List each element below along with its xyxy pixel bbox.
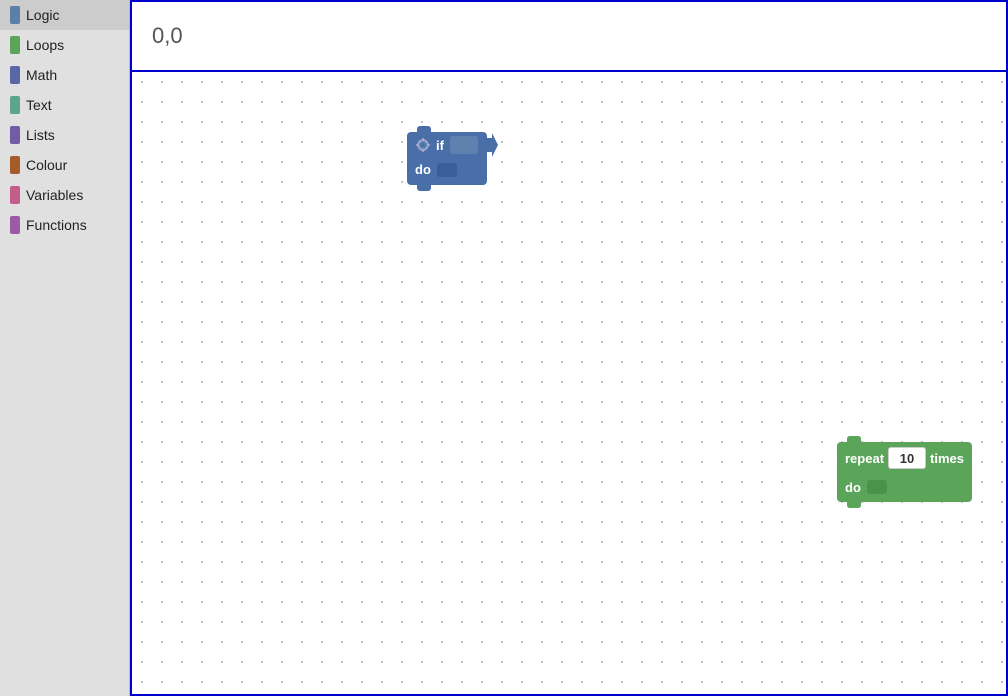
sidebar-label-lists: Lists [26, 127, 55, 143]
repeat-bottom-notch [847, 501, 861, 508]
repeat-do-slot[interactable] [867, 480, 887, 494]
if-label: if [436, 138, 444, 153]
sidebar-item-lists[interactable]: Lists [0, 120, 129, 150]
repeat-top-notch [847, 436, 861, 443]
sidebar-item-text[interactable]: Text [0, 90, 129, 120]
sidebar-item-loops[interactable]: Loops [0, 30, 129, 60]
sidebar-label-variables: Variables [26, 187, 83, 203]
sidebar-label-text: Text [26, 97, 52, 113]
repeat-value-input[interactable]: 10 [888, 447, 926, 469]
repeat-block[interactable]: repeat 10 times do [837, 442, 972, 502]
sidebar-item-colour[interactable]: Colour [0, 150, 129, 180]
if-do-label: do [415, 162, 431, 177]
repeat-times-label: times [930, 451, 964, 466]
colour-color-swatch [10, 156, 20, 174]
if-block-top[interactable]: if [407, 132, 487, 158]
if-block[interactable]: if do [407, 132, 487, 185]
if-do-row: do [407, 158, 487, 185]
variables-color-swatch [10, 186, 20, 204]
right-panel: 0,0 if [130, 0, 1008, 696]
if-right-notch [486, 133, 498, 157]
if-do-slot[interactable] [437, 163, 457, 177]
sidebar-item-math[interactable]: Math [0, 60, 129, 90]
sidebar-item-variables[interactable]: Variables [0, 180, 129, 210]
workspace-canvas[interactable]: if do [130, 70, 1008, 696]
sidebar-label-loops: Loops [26, 37, 64, 53]
sidebar-label-colour: Colour [26, 157, 67, 173]
if-condition-slot[interactable] [450, 136, 478, 154]
workspace-header: 0,0 [130, 0, 1008, 70]
sidebar: Logic Loops Math Text Lists Colour Varia… [0, 0, 130, 696]
math-color-swatch [10, 66, 20, 84]
sidebar-item-logic[interactable]: Logic [0, 0, 129, 30]
repeat-do-row: do [837, 474, 972, 502]
functions-color-swatch [10, 216, 20, 234]
logic-color-swatch [10, 6, 20, 24]
sidebar-label-math: Math [26, 67, 57, 83]
lists-color-swatch [10, 126, 20, 144]
sidebar-label-functions: Functions [26, 217, 87, 233]
if-bottom-notch [417, 184, 431, 191]
repeat-do-label: do [845, 480, 861, 495]
gear-icon [415, 137, 431, 153]
coordinates-display: 0,0 [152, 23, 183, 49]
repeat-label: repeat [845, 451, 884, 466]
loops-color-swatch [10, 36, 20, 54]
sidebar-item-functions[interactable]: Functions [0, 210, 129, 240]
text-color-swatch [10, 96, 20, 114]
repeat-block-top[interactable]: repeat 10 times [837, 442, 972, 474]
repeat-value: 10 [900, 451, 914, 466]
sidebar-label-logic: Logic [26, 7, 59, 23]
